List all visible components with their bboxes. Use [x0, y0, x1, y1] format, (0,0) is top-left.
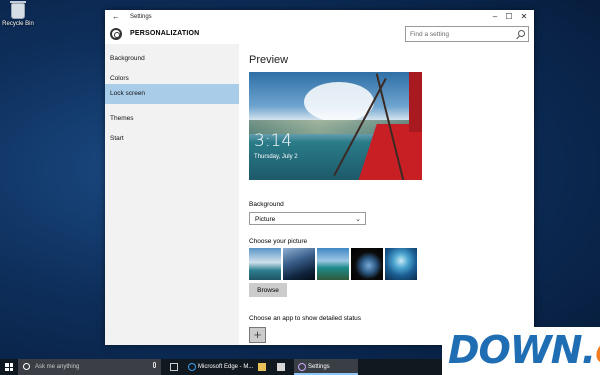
app-status-label: Choose an app to show detailed status: [249, 315, 362, 322]
maximize-button[interactable]: ☐: [503, 12, 515, 21]
picture-thumbnail[interactable]: [385, 248, 417, 280]
picture-thumbnail[interactable]: [249, 248, 281, 280]
edge-icon: [188, 363, 196, 371]
store-icon[interactable]: [277, 363, 285, 371]
watermark-accent: cc: [595, 328, 600, 372]
taskbar-app-edge-label: Microsoft Edge - M...: [198, 364, 254, 370]
gear-icon: [110, 28, 122, 40]
choose-picture-label: Choose your picture: [249, 238, 308, 245]
recycle-bin-label: Recycle Bin: [2, 21, 34, 27]
taskbar-app-edge[interactable]: Microsoft Edge - M...: [184, 359, 254, 375]
browse-button[interactable]: Browse: [249, 283, 287, 297]
background-value: Picture: [255, 216, 276, 223]
background-dropdown[interactable]: Picture ⌄: [249, 212, 366, 225]
preview-time: 3:14: [254, 131, 293, 151]
watermark-main: DOWN.: [448, 328, 596, 372]
search-icon[interactable]: [518, 30, 525, 37]
close-button[interactable]: ✕: [518, 12, 530, 21]
settings-window: ← Settings – ☐ ✕ PERSONALIZATION Find a …: [105, 10, 534, 345]
task-view-icon[interactable]: [170, 363, 178, 371]
sidebar: Background Colors Lock screen Themes Sta…: [105, 44, 239, 345]
search-input[interactable]: Find a setting: [405, 26, 529, 42]
minimize-button[interactable]: –: [489, 12, 501, 21]
window-title: Settings: [130, 14, 152, 20]
sidebar-item-background[interactable]: Background: [105, 49, 239, 69]
back-arrow-icon[interactable]: ←: [112, 12, 120, 21]
search-placeholder: Find a setting: [410, 31, 450, 38]
watermark-logo: DOWN.cc: [442, 327, 600, 375]
background-label: Background: [249, 201, 284, 208]
taskbar-app-settings-label: Settings: [308, 364, 330, 370]
recycle-bin[interactable]: Recycle Bin: [2, 1, 34, 27]
picture-thumbnail[interactable]: [317, 248, 349, 280]
sidebar-item-start[interactable]: Start: [105, 129, 239, 149]
picture-thumbnail[interactable]: [283, 248, 315, 280]
sidebar-item-themes[interactable]: Themes: [105, 109, 239, 129]
taskbar-search-placeholder: Ask me anything: [35, 364, 80, 370]
chevron-down-icon: ⌄: [355, 216, 361, 223]
recycle-bin-icon: [10, 1, 26, 19]
sidebar-item-lock-screen[interactable]: Lock screen: [105, 84, 239, 104]
lock-screen-preview: 3:14 Thursday, July 2: [249, 72, 422, 180]
preview-date: Thursday, July 2: [254, 154, 298, 160]
file-explorer-icon[interactable]: [258, 363, 266, 371]
taskbar-app-settings[interactable]: Settings: [294, 359, 358, 375]
windows-start-icon[interactable]: [5, 363, 13, 371]
page-title: PERSONALIZATION: [130, 30, 200, 37]
preview-heading: Preview: [249, 54, 289, 66]
cortana-icon: [23, 363, 30, 370]
microphone-icon[interactable]: [153, 362, 156, 368]
picture-thumbnail[interactable]: [351, 248, 383, 280]
content-pane: Preview 3:14 Thursday, July 2 Background…: [239, 44, 534, 345]
settings-gear-icon: [298, 363, 306, 371]
taskbar-search-input[interactable]: Ask me anything: [18, 359, 161, 375]
title-bar: ← Settings – ☐ ✕: [105, 10, 534, 24]
add-app-button[interactable]: +: [249, 327, 266, 343]
